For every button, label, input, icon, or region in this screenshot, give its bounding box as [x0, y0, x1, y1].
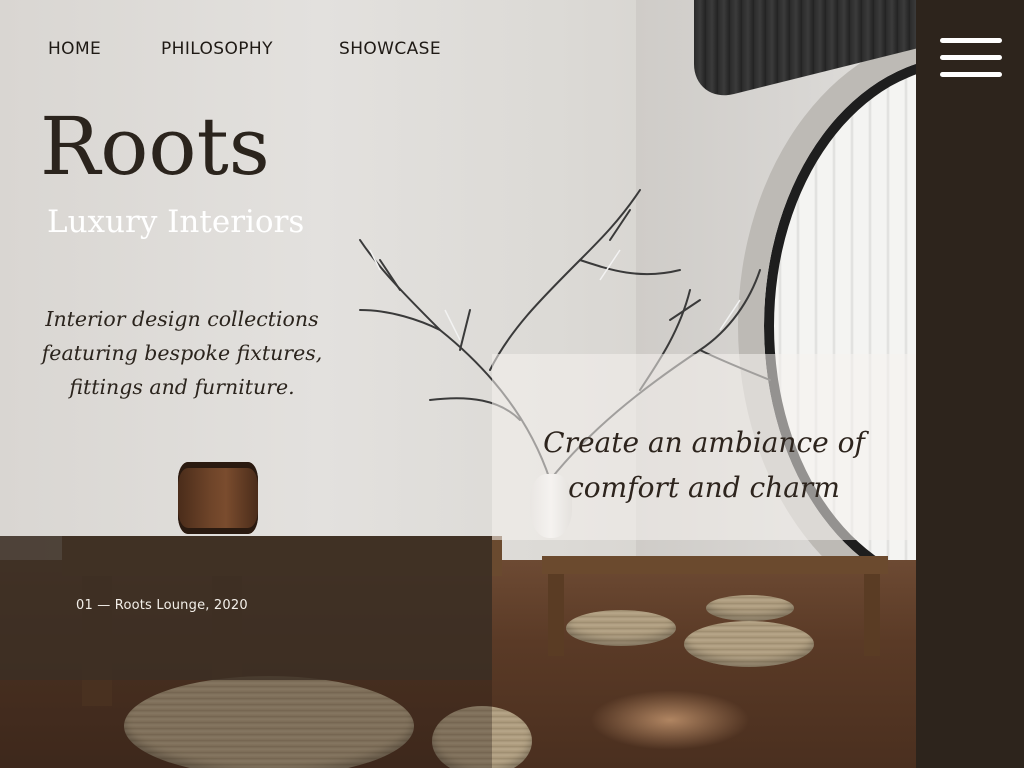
- wooden-barrel-image: [178, 462, 258, 534]
- nav-showcase-link[interactable]: SHOWCASE: [339, 39, 441, 59]
- hero-description: Interior design collections featuring be…: [41, 307, 323, 399]
- nav-home-link[interactable]: HOME: [48, 39, 161, 59]
- cushion-image: [566, 610, 676, 646]
- brand-subtitle: Luxury Interiors: [47, 204, 305, 240]
- project-caption: 01 — Roots Lounge, 2020: [76, 598, 248, 613]
- tagline: Create an ambiance of comfort and charm: [543, 426, 865, 504]
- cushion-image: [706, 595, 794, 621]
- hamburger-menu-icon[interactable]: [940, 38, 1002, 78]
- brand-title: Roots: [40, 100, 270, 193]
- page: 01 — Roots Lounge, 2020 Create an ambian…: [0, 0, 1024, 768]
- right-sidebar: [916, 0, 1024, 768]
- top-navigation: HOME PHILOSOPHY SHOWCASE: [48, 39, 441, 59]
- nav-philosophy-link[interactable]: PHILOSOPHY: [161, 39, 339, 59]
- cushion-image: [684, 621, 814, 667]
